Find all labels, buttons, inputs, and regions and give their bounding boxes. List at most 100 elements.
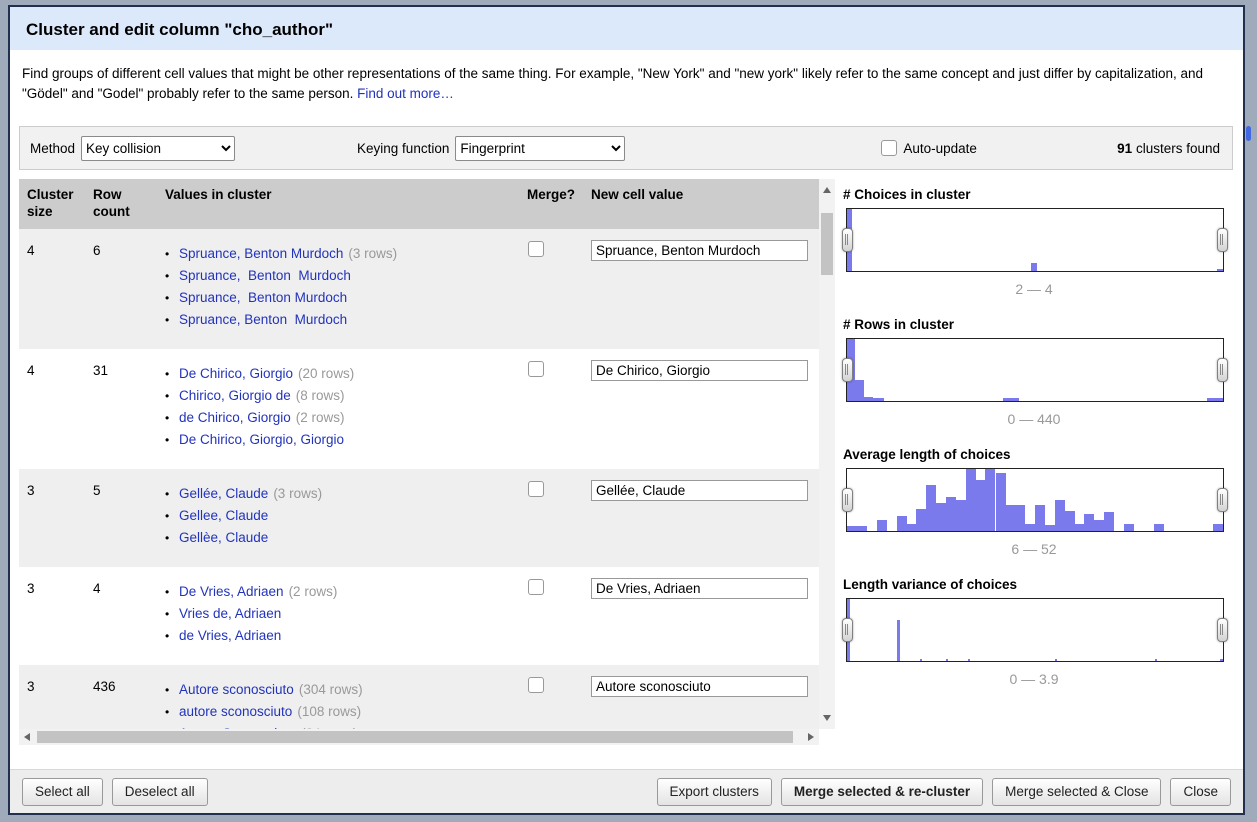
cluster-value-link[interactable]: Vries de, Adriaen <box>179 606 281 621</box>
cluster-value-link[interactable]: autore sconosciuto <box>179 704 292 719</box>
row-count-value: 31 <box>93 363 108 378</box>
range-slider-right-handle[interactable] <box>1217 488 1228 512</box>
value-line: •Spruance, Benton Murdoch <box>165 309 515 331</box>
cluster-value-link[interactable]: Spruance, Benton Murdoch <box>179 312 347 327</box>
cluster-value-link[interactable]: Gellee, Claude <box>179 508 268 523</box>
horizontal-scroll-thumb[interactable] <box>37 731 793 743</box>
histogram-plot <box>846 598 1224 662</box>
histogram-bar <box>1074 524 1084 531</box>
table-row: 3436•Autore sconosciuto(304 rows)•autore… <box>19 665 819 729</box>
bullet-icon: • <box>165 386 179 407</box>
cluster-value-link[interactable]: de Chirico, Giorgio <box>179 410 291 425</box>
export-clusters-button[interactable]: Export clusters <box>657 778 772 806</box>
histogram-bar <box>1015 505 1025 531</box>
description-text: Find groups of different cell values tha… <box>22 66 1203 101</box>
keying-function-label: Keying function <box>357 141 449 156</box>
value-line: •De Chirico, Giorgio(20 rows) <box>165 363 515 385</box>
histogram-bar <box>1045 525 1055 531</box>
vertical-scrollbar[interactable] <box>819 179 835 729</box>
horizontal-scrollbar[interactable] <box>19 729 819 745</box>
cluster-value-link[interactable]: Autore sconosciuto <box>179 682 294 697</box>
cluster-value-link[interactable]: Gellèe, Claude <box>179 530 268 545</box>
histogram-bar <box>936 503 946 531</box>
bullet-icon: • <box>165 288 179 309</box>
range-slider-right-handle[interactable] <box>1217 358 1228 382</box>
merge-cell <box>528 481 544 500</box>
range-slider-left-handle[interactable] <box>842 228 853 252</box>
value-line: •Spruance, Benton Murdoch(3 rows) <box>165 243 515 265</box>
scroll-up-icon[interactable] <box>823 187 831 193</box>
row-count-value: 5 <box>93 483 101 498</box>
cluster-value-link[interactable]: Gellée, Claude <box>179 486 268 501</box>
cluster-value-link[interactable]: Chirico, Giorgio de <box>179 388 291 403</box>
merge-checkbox[interactable] <box>528 579 544 595</box>
dialog-footer: Select all Deselect all Export clusters … <box>10 769 1243 813</box>
new-cell-value-input[interactable] <box>591 360 808 381</box>
find-out-more-link[interactable]: Find out more… <box>357 86 454 101</box>
bullet-icon: • <box>165 364 179 385</box>
cluster-value-link[interactable]: De Chirico, Giorgio, Giorgio <box>179 432 344 447</box>
new-cell-value-input[interactable] <box>591 480 808 501</box>
merge-checkbox[interactable] <box>528 481 544 497</box>
auto-update-checkbox[interactable] <box>881 140 897 156</box>
histogram-bar <box>968 659 970 661</box>
histogram-bar <box>985 469 995 531</box>
merge-selected-close-button[interactable]: Merge selected & Close <box>992 778 1161 806</box>
method-select[interactable]: Key collision <box>81 136 235 161</box>
histogram-bar <box>897 516 907 532</box>
vertical-scroll-thumb[interactable] <box>821 213 833 275</box>
merge-selected-recluster-button[interactable]: Merge selected & re-cluster <box>781 778 983 806</box>
merge-checkbox[interactable] <box>528 361 544 377</box>
row-count-value: 6 <box>93 243 101 258</box>
range-slider-left-handle[interactable] <box>842 618 853 642</box>
keying-function-select[interactable]: Fingerprint <box>455 136 625 161</box>
range-slider-left-handle[interactable] <box>842 488 853 512</box>
scroll-right-icon[interactable] <box>808 733 814 741</box>
histogram-bar <box>996 473 1006 531</box>
cluster-value-link[interactable]: Spruance, Benton Murdoch <box>179 246 343 261</box>
histogram-bar <box>946 659 948 661</box>
table-row: 431•De Chirico, Giorgio(20 rows)•Chirico… <box>19 349 819 469</box>
value-row-count: (2 rows) <box>289 584 338 599</box>
value-line: •Chirico, Giorgio de(8 rows) <box>165 385 515 407</box>
values-list: •De Vries, Adriaen (2 rows) •Vries de, Adr… <box>165 567 515 665</box>
close-button[interactable]: Close <box>1170 778 1231 806</box>
merge-cell <box>528 241 544 260</box>
merge-checkbox[interactable] <box>528 241 544 257</box>
histogram-plot <box>846 338 1224 402</box>
bullet-icon: • <box>165 266 179 287</box>
value-line: •Gellée, Claude(3 rows) <box>165 483 515 505</box>
histogram-bar <box>1104 512 1114 531</box>
range-slider-right-handle[interactable] <box>1217 618 1228 642</box>
cluster-value-link[interactable]: Spruance, Benton Murdoch <box>179 290 347 305</box>
cluster-size-value: 3 <box>27 483 35 498</box>
histogram-range-label: 0 — 440 <box>843 411 1225 427</box>
range-slider-right-handle[interactable] <box>1217 228 1228 252</box>
cluster-value-link[interactable]: de Vries, Adriaen <box>179 628 281 643</box>
select-all-button[interactable]: Select all <box>22 778 103 806</box>
range-slider-left-handle[interactable] <box>842 358 853 382</box>
new-cell-value-input[interactable] <box>591 676 808 697</box>
values-list: •Spruance, Benton Murdoch(3 rows)•Spruan… <box>165 229 515 349</box>
value-line: •Vries de, Adriaen <box>165 603 515 625</box>
histogram-bar <box>1207 398 1223 401</box>
cluster-value-link[interactable]: De Chirico, Giorgio <box>179 366 293 381</box>
deselect-all-button[interactable]: Deselect all <box>112 778 208 806</box>
histogram-bar <box>946 497 956 531</box>
histogram-bar <box>1124 524 1134 531</box>
cluster-value-link[interactable]: De Vries, Adriaen <box>179 584 284 599</box>
bullet-icon: • <box>165 582 179 603</box>
cluster-value-link[interactable]: Spruance, Benton Murdoch <box>179 268 351 283</box>
cluster-size-value: 3 <box>27 679 35 694</box>
merge-checkbox[interactable] <box>528 677 544 693</box>
histogram-bar <box>1035 505 1045 531</box>
merge-cell <box>528 677 544 696</box>
histogram: # Choices in cluster2 — 4 <box>843 187 1234 317</box>
scroll-down-icon[interactable] <box>823 715 831 721</box>
new-cell-value-input[interactable] <box>591 240 808 261</box>
values-list: •Gellée, Claude(3 rows)•Gellee, Claude•G… <box>165 469 515 567</box>
scroll-left-icon[interactable] <box>24 733 30 741</box>
histogram-bar <box>1005 505 1015 531</box>
histogram: Length variance of choices0 — 3.9 <box>843 577 1234 707</box>
new-cell-value-input[interactable] <box>591 578 808 599</box>
